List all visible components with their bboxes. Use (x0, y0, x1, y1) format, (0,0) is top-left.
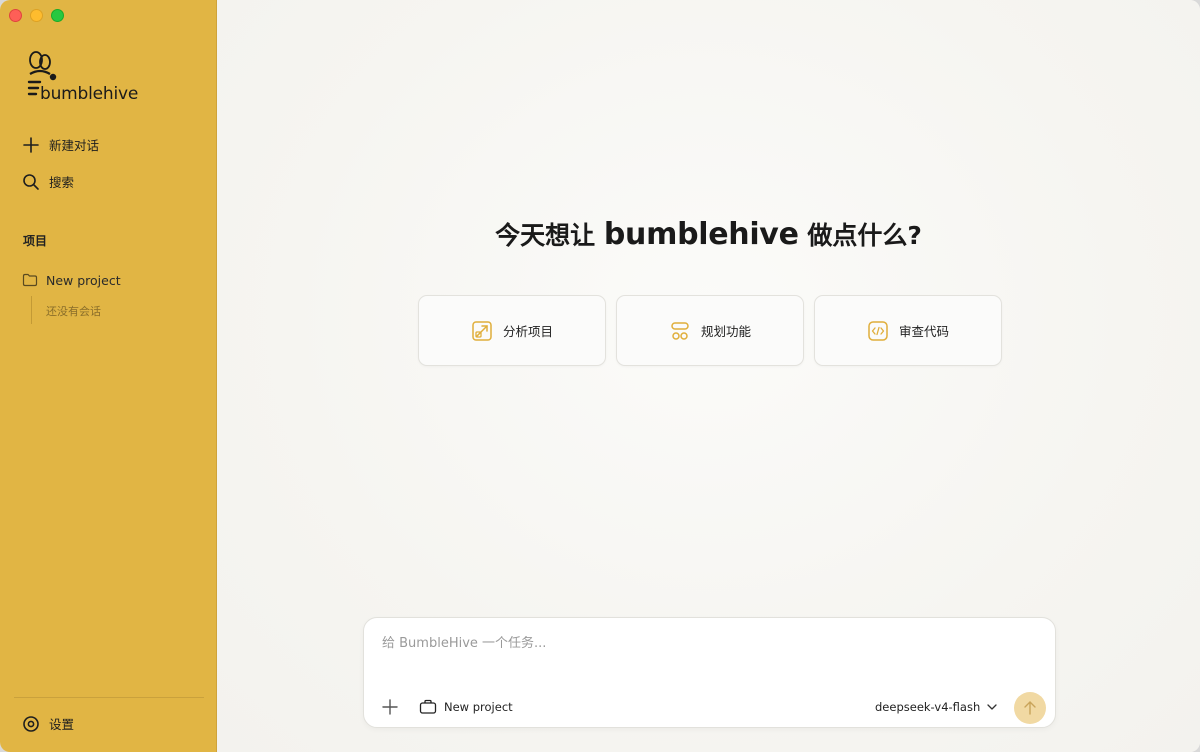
quick-action-cards: 分析项目 规划功能 审查代码 (418, 295, 1002, 366)
headline-prefix: 今天想让 (495, 221, 604, 250)
review-code-card[interactable]: 审查代码 (814, 295, 1002, 366)
app-window: bumblehive 新建对话 搜索 项目 New project 还没有会话 (0, 0, 1200, 752)
arrow-up-icon (1024, 701, 1036, 715)
plus-icon (23, 136, 39, 153)
headline-brand: bumblehive (603, 217, 799, 252)
sidebar-divider (14, 697, 204, 698)
project-selector[interactable]: New project (419, 699, 513, 715)
minimize-window-button[interactable] (30, 9, 43, 22)
code-icon (868, 320, 888, 341)
search-button[interactable]: 搜索 (22, 172, 74, 191)
model-name: deepseek-v4-flash (875, 700, 981, 714)
analyze-project-label: 分析项目 (502, 324, 553, 339)
brand-logo: bumblehive (26, 50, 146, 104)
model-selector[interactable]: deepseek-v4-flash (875, 700, 998, 714)
plan-feature-card[interactable]: 规划功能 (616, 295, 804, 366)
analyze-icon (472, 320, 492, 341)
zoom-window-button[interactable] (51, 9, 64, 22)
analyze-project-card[interactable]: 分析项目 (418, 295, 606, 366)
settings-label: 设置 (49, 717, 75, 732)
brand-name: bumblehive (40, 84, 139, 104)
task-composer: New project deepseek-v4-flash (363, 617, 1056, 728)
search-icon (23, 173, 39, 190)
plan-icon (671, 321, 689, 340)
new-chat-label: 新建对话 (49, 138, 100, 153)
main-panel: 今天想让 bumblehive 做点什么? 分析项目 规划功能 审查代码 给 B… (217, 0, 1200, 752)
chevron-down-icon (987, 704, 997, 710)
gear-icon (23, 715, 39, 732)
projects-section-title: 项目 (23, 234, 48, 248)
folder-icon (22, 273, 38, 287)
review-code-label: 审查代码 (898, 324, 949, 339)
plan-feature-label: 规划功能 (700, 324, 751, 339)
settings-button[interactable]: 设置 (22, 714, 74, 733)
project-selector-label: New project (444, 700, 513, 714)
send-button[interactable] (1014, 692, 1046, 724)
page-title: 今天想让 bumblehive 做点什么? (217, 216, 1200, 252)
sidebar: bumblehive 新建对话 搜索 项目 New project 还没有会话 (0, 0, 217, 752)
headline-suffix: 做点什么? (798, 221, 922, 250)
project-empty-text: 还没有会话 (46, 305, 101, 318)
task-input[interactable] (382, 636, 1022, 651)
project-name: New project (46, 272, 121, 288)
briefcase-icon (419, 699, 437, 714)
project-tree-line (31, 296, 32, 324)
search-label: 搜索 (49, 175, 75, 190)
new-chat-button[interactable]: 新建对话 (22, 135, 99, 154)
attach-plus-icon[interactable] (381, 698, 399, 716)
window-controls (9, 9, 64, 22)
close-window-button[interactable] (9, 9, 22, 22)
project-item[interactable]: New project (22, 272, 121, 288)
